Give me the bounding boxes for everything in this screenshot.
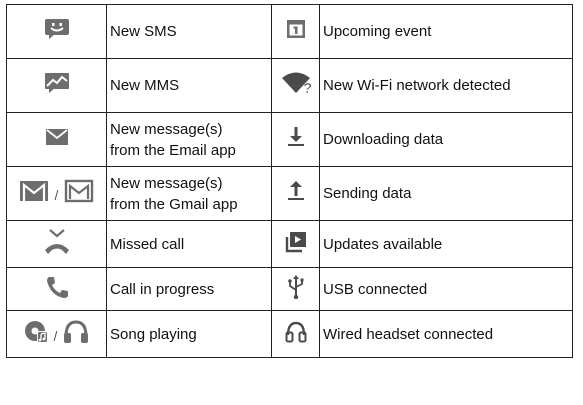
svg-text:?: ?: [303, 80, 312, 95]
mms-picture-icon: [44, 72, 70, 94]
table-row: / New message(s) from the Gmail app Send…: [6, 166, 573, 221]
wifi-question-icon: ?: [280, 71, 312, 95]
gmail-icons-group: /: [19, 179, 95, 203]
email-envelope-icon: [45, 128, 69, 146]
gmail-icon: [19, 181, 48, 201]
list-item-label: Wired headset connected: [319, 310, 573, 358]
calendar-icon: [286, 19, 306, 39]
headphones-icon: [64, 319, 89, 343]
icon-cell: [271, 310, 320, 358]
list-item-label: USB connected: [319, 267, 573, 311]
sms-smiley-icon: [44, 18, 70, 40]
icon-cell: [271, 220, 320, 268]
icon-cell: [271, 267, 320, 311]
icon-cell: [6, 112, 107, 167]
gmail-outline-icon: [65, 179, 94, 203]
table-row: New message(s) from the Email app Downlo…: [6, 112, 573, 167]
call-in-progress-icon: [45, 275, 69, 299]
list-item-label: New SMS: [106, 4, 272, 59]
missed-call-icon: [42, 228, 72, 256]
icon-cell: [271, 4, 320, 59]
icon-cell: [271, 166, 320, 221]
icon-cell: [6, 267, 107, 311]
table-row: Missed call Updates available: [6, 220, 573, 268]
song-playing-icons-group: /: [24, 319, 90, 344]
icon-cell: /: [6, 166, 107, 221]
table-row: New MMS ? New Wi-Fi network detected: [6, 58, 573, 113]
list-item-label: New Wi-Fi network detected: [319, 58, 573, 113]
list-item-label: Sending data: [319, 166, 573, 221]
upload-arrow-icon: [286, 180, 306, 202]
music-note-icon: [24, 320, 48, 343]
updates-available-icon: [285, 231, 307, 253]
list-item-label: Song playing: [106, 310, 272, 358]
list-item-label: New MMS: [106, 58, 272, 113]
icon-cell: ?: [271, 58, 320, 113]
list-item-label: New message(s) from the Gmail app: [106, 166, 272, 221]
list-item-label: Downloading data: [319, 112, 573, 167]
notification-icons-page: New SMS Upcoming event New MMS ? New Wi-…: [0, 0, 583, 405]
icon-cell: [6, 58, 107, 113]
list-item-label: Upcoming event: [319, 4, 573, 59]
notification-icons-table: New SMS Upcoming event New MMS ? New Wi-…: [6, 4, 573, 358]
icon-cell: [6, 220, 107, 268]
usb-icon: [287, 274, 305, 300]
list-item-label: Call in progress: [106, 267, 272, 311]
table-row: / Song playing Wired headset connected: [6, 310, 573, 358]
download-arrow-icon: [286, 126, 306, 148]
icon-separator: /: [53, 327, 58, 344]
wired-headset-icon: [285, 320, 307, 344]
list-item-label: Updates available: [319, 220, 573, 268]
table-row: New SMS Upcoming event: [6, 4, 573, 59]
list-item-label: Missed call: [106, 220, 272, 268]
icon-separator: /: [54, 187, 59, 203]
icon-cell: [271, 112, 320, 167]
table-row: Call in progress USB connected: [6, 267, 573, 311]
icon-cell: [6, 4, 107, 59]
list-item-label: New message(s) from the Email app: [106, 112, 272, 167]
icon-cell: /: [6, 310, 107, 358]
